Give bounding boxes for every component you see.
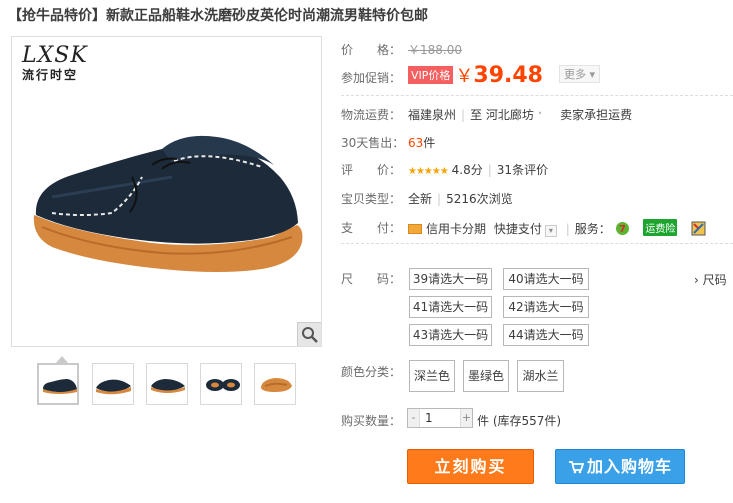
color-label-row: 颜色分类： xyxy=(341,363,401,380)
quantity-label: 购买数量： xyxy=(341,414,402,428)
thumbnail-5[interactable] xyxy=(254,363,296,405)
chevron-down-icon[interactable]: ▾ xyxy=(544,225,557,237)
current-price: 39.48 xyxy=(473,63,543,88)
original-price: ￥188.00 xyxy=(408,43,462,57)
size-label-row: 尺 码： xyxy=(341,270,401,287)
seven-day-return-icon[interactable]: 7 xyxy=(615,221,630,236)
quantity-unit: 件 xyxy=(477,414,490,428)
separator: | xyxy=(461,108,466,122)
listing-label: 宝贝类型： xyxy=(341,192,402,206)
shipping-label: 物流运费： xyxy=(341,108,402,122)
size-label: 尺 码： xyxy=(341,272,402,286)
color-option[interactable]: 深兰色 xyxy=(409,360,455,392)
sales-row: 30天售出： 63件 xyxy=(341,134,435,151)
quantity-decrease-button[interactable]: - xyxy=(408,409,420,427)
quantity-input[interactable] xyxy=(421,409,459,427)
shoe-image xyxy=(33,135,303,272)
listing-row: 宝贝类型： 全新 | 5216次浏览 xyxy=(341,190,513,207)
thumbnail-3[interactable] xyxy=(146,363,188,405)
payment-row: 支 付： 信用卡分期 快捷支付 ▾ | 服务： 7 运费险 xyxy=(341,219,706,237)
ship-to-selector[interactable]: 河北廊坊 ˅ xyxy=(486,108,542,122)
size-chart-link[interactable]: › 尺码 xyxy=(694,271,733,288)
svg-text:7: 7 xyxy=(619,224,626,235)
quantity-label-row: 购买数量： xyxy=(341,412,401,429)
quantity-stepper: - + xyxy=(407,408,473,428)
divider xyxy=(341,243,733,244)
size-option[interactable]: 40请选大一码 xyxy=(503,268,589,290)
shipping-fee: 卖家承担运费 xyxy=(560,108,633,122)
separator: | xyxy=(437,192,442,206)
original-price-label: 价 格： xyxy=(341,43,402,57)
credit-card-icon xyxy=(408,224,422,234)
separator: | xyxy=(565,222,570,236)
ship-to: 河北廊坊 xyxy=(485,108,534,122)
sales-unit: 件 xyxy=(423,136,436,150)
divider xyxy=(341,95,733,96)
view-count: 5216次浏览 xyxy=(446,192,513,206)
credit-installment[interactable]: 信用卡分期 xyxy=(426,222,486,236)
buy-now-button[interactable]: 立刻购买 xyxy=(407,449,534,484)
magnifier-icon xyxy=(302,327,318,343)
thumbnail-1[interactable] xyxy=(37,363,79,405)
listing-type: 全新 xyxy=(408,192,433,206)
active-thumbnail-indicator xyxy=(56,356,68,363)
color-option[interactable]: 湖水兰 xyxy=(517,360,564,392)
rating-row: 评 价： ★★★★★ 4.8分 | 31条评价 xyxy=(341,161,548,178)
ship-from: 福建泉州 xyxy=(408,108,457,122)
stock-count: (库存557件) xyxy=(492,414,562,428)
original-price-row: 价 格： ￥188.00 xyxy=(341,41,462,58)
color-label: 颜色分类： xyxy=(341,365,402,379)
size-option[interactable]: 39请选大一码 xyxy=(409,268,492,290)
shipping-row: 物流运费： 福建泉州 | 至 河北廊坊 ˅ 卖家承担运费 xyxy=(341,106,632,123)
thumbnail-2[interactable] xyxy=(92,363,134,405)
quick-pay[interactable]: 快捷支付 xyxy=(494,222,542,236)
main-product-image[interactable]: LXSK 流行时空 xyxy=(11,36,322,347)
shipping-insurance-badge[interactable]: 运费险 xyxy=(643,219,678,236)
currency-symbol: ￥ xyxy=(455,66,474,87)
chevron-down-icon: ▾ xyxy=(589,68,596,81)
sales-count: 63 xyxy=(408,136,424,150)
product-title: 【抢牛品特价】新款正品船鞋水洗磨砂皮英伦时尚潮流男鞋特价包邮 xyxy=(8,8,428,24)
thumbnail-4[interactable] xyxy=(200,363,242,405)
quantity-increase-button[interactable]: + xyxy=(460,409,472,427)
size-option[interactable]: 42请选大一码 xyxy=(503,296,589,318)
color-option[interactable]: 墨绿色 xyxy=(463,360,509,392)
add-to-cart-label: 加入购物车 xyxy=(586,457,672,476)
chevron-down-icon: ˅ xyxy=(537,112,543,122)
zoom-button[interactable] xyxy=(297,322,321,346)
sales-label: 30天售出： xyxy=(341,136,405,150)
rating-score: 4.8分 xyxy=(451,163,483,177)
size-option[interactable]: 44请选大一码 xyxy=(503,324,589,346)
rating-stars-icon: ★★★★★ xyxy=(408,166,449,177)
stock-info: 件 (库存557件) xyxy=(477,412,561,429)
more-promotions-button[interactable]: 更多 ▾ xyxy=(559,65,601,83)
ship-to-prefix: 至 xyxy=(470,108,483,122)
vip-price-tag: VIP价格 xyxy=(408,66,454,84)
more-promotions-label: 更多 xyxy=(564,68,586,81)
promo-label: 参加促销： xyxy=(341,71,402,85)
size-option[interactable]: 41请选大一码 xyxy=(409,296,492,318)
reviews-link[interactable]: 31条评价 xyxy=(497,163,548,177)
buy-now-label: 立刻购买 xyxy=(434,457,507,476)
cart-icon xyxy=(568,461,584,474)
guarantee-icon[interactable] xyxy=(691,221,706,236)
rating-label: 评 价： xyxy=(341,163,402,177)
service-label: 服务： xyxy=(574,222,611,236)
add-to-cart-button[interactable]: 加入购物车 xyxy=(555,449,685,484)
separator: | xyxy=(487,163,492,177)
size-option[interactable]: 43请选大一码 xyxy=(409,324,492,346)
payment-label: 支 付： xyxy=(341,221,402,235)
